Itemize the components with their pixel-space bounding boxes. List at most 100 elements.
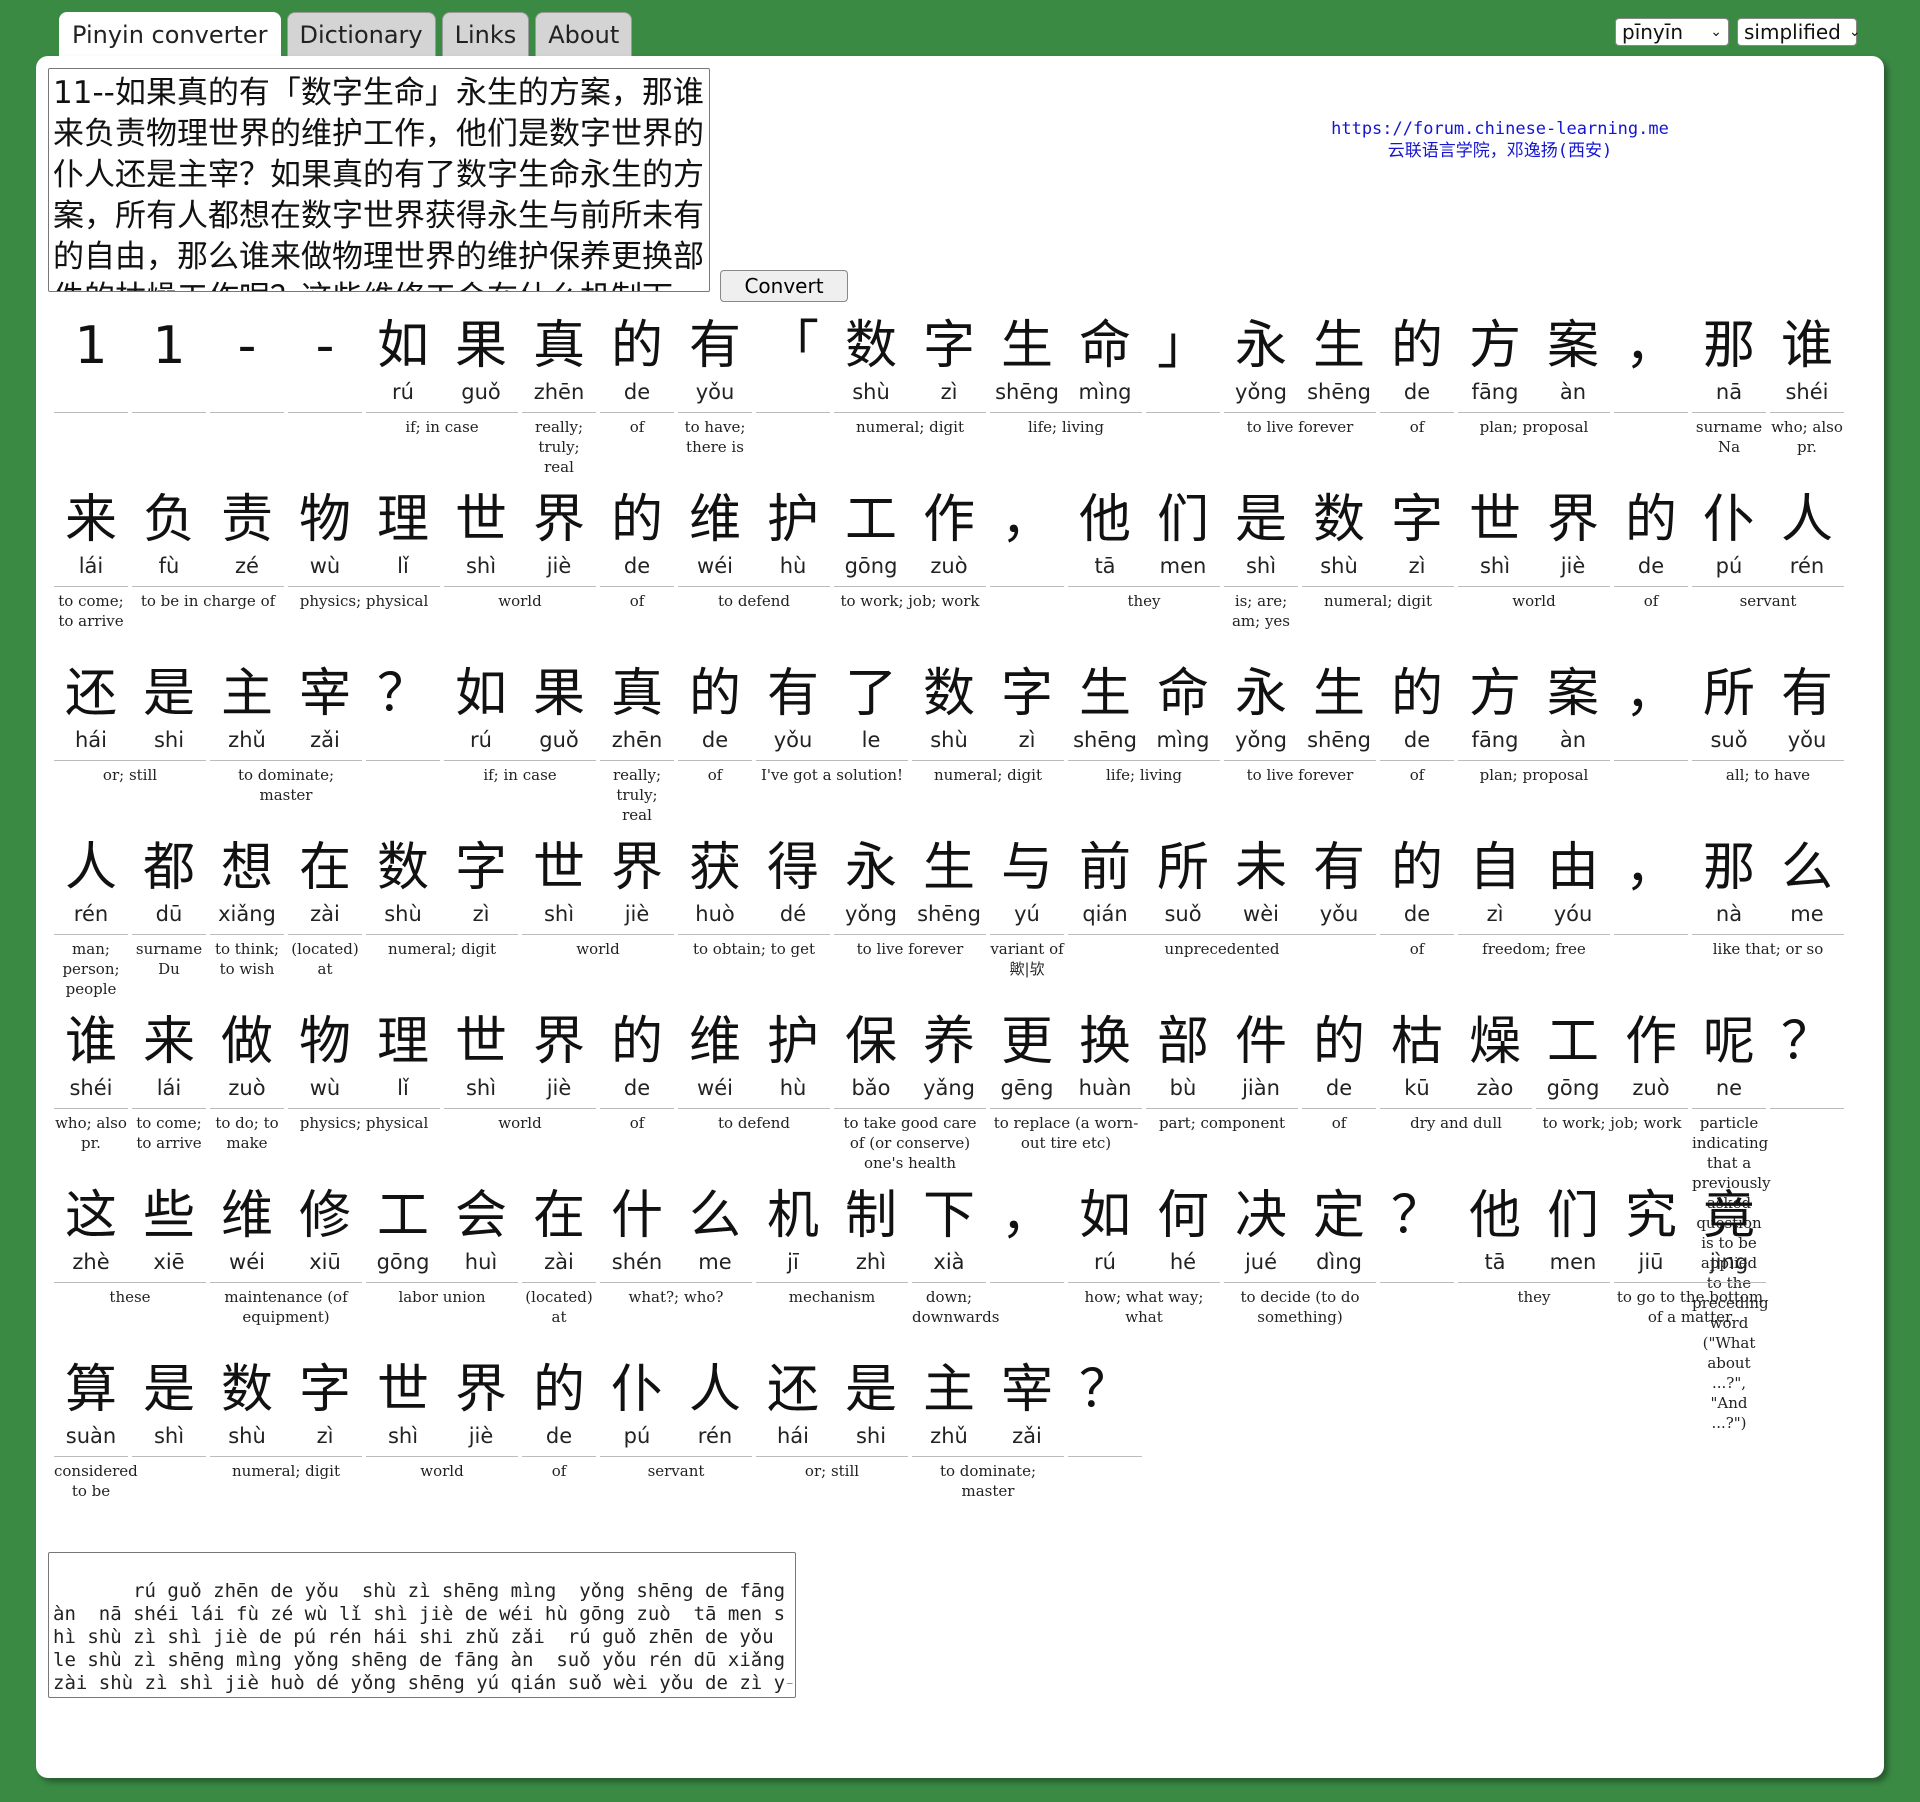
word-block[interactable]: 世 shì 界 jiè world [1456, 488, 1612, 611]
word-block[interactable]: 他 tā 们 men they [1456, 1184, 1612, 1307]
word-block[interactable]: - [286, 314, 364, 417]
word-block[interactable]: 工 gōng 作 zuò to work; job; work [1534, 1010, 1690, 1133]
word-block[interactable]: 永 yǒng 生 shēng to live forever [832, 836, 988, 959]
word-block[interactable]: 部 bù 件 jiàn part; component [1144, 1010, 1300, 1133]
pinyin-output[interactable]: rú guǒ zhēn de yǒu shù zì shēng mìng yǒn… [48, 1552, 796, 1698]
word-block[interactable]: 数 shù 字 zì numeral; digit [364, 836, 520, 959]
forum-link[interactable]: https://forum.chinese-learning.me [1300, 118, 1700, 140]
word-block[interactable]: 工 gōng 作 zuò to work; job; work [832, 488, 988, 611]
word-block[interactable]: ？ [364, 662, 442, 765]
word-block[interactable]: 保 bǎo 养 yǎng to take good care of (or conser… [832, 1010, 988, 1173]
word-block[interactable]: 什 shén 么 me what?; who? [598, 1184, 754, 1307]
word-block[interactable]: 自 zì 由 yóu freedom; free [1456, 836, 1612, 959]
word-block[interactable]: 「 [754, 314, 832, 417]
word-block[interactable]: ， [1612, 836, 1690, 939]
tab-links[interactable]: Links [441, 12, 530, 56]
word-block[interactable]: 负 fù 责 zé to be in charge of [130, 488, 286, 611]
word-block[interactable]: 究 jiū 竟 jìng to go to the bottom of a matter [1612, 1184, 1768, 1327]
word-block[interactable]: 决 jué 定 dìng to decide (to do something) [1222, 1184, 1378, 1327]
word-block[interactable]: 1 [52, 314, 130, 417]
chinese-text-input[interactable]: 11--如果真的有「数字生命」永生的方案，那谁来负责物理世界的维护工作，他们是数… [48, 68, 710, 292]
word-block[interactable]: ， [988, 488, 1066, 591]
word-block[interactable]: 真 zhēn really; truly; real [598, 662, 676, 825]
word-block[interactable]: 方 fāng 案 àn plan; proposal [1456, 662, 1612, 785]
resize-handle-icon[interactable]: − [786, 1672, 793, 1695]
word-block[interactable]: 都 dū surname Du [130, 836, 208, 979]
word-block[interactable]: 人 rén man; person; people [52, 836, 130, 999]
word-block[interactable]: 这 zhè 些 xiē these [52, 1184, 208, 1307]
word-block[interactable]: ， [988, 1184, 1066, 1287]
word-block[interactable]: ， [1612, 314, 1690, 417]
word-block[interactable]: 的 de of [520, 1358, 598, 1481]
word-block[interactable]: 那 nà 么 me like that; or so [1690, 836, 1846, 959]
word-block[interactable]: 算 suàn considered to be [52, 1358, 138, 1501]
word-block[interactable]: 如 rú 果 guǒ if; in case [442, 662, 598, 785]
tab-dictionary[interactable]: Dictionary [286, 12, 436, 56]
word-block[interactable]: 还 hái 是 shi or; still [754, 1358, 910, 1481]
word-block[interactable]: - [208, 314, 286, 417]
word-block[interactable]: 想 xiǎng to think; to wish [208, 836, 286, 979]
word-block[interactable]: 还 hái 是 shi or; still [52, 662, 208, 785]
word-block[interactable]: 的 de of [598, 1010, 676, 1133]
word-block[interactable]: 下 xià down; downwards [910, 1184, 999, 1327]
tab-pinyin-converter[interactable]: Pinyin converter [59, 12, 281, 58]
word-block[interactable]: 世 shì 界 jiè world [520, 836, 676, 959]
word-block[interactable]: ， [1612, 662, 1690, 765]
word-block[interactable]: 来 lái to come; to arrive [130, 1010, 208, 1153]
word-block[interactable]: 世 shì 界 jiè world [364, 1358, 520, 1481]
word-block[interactable]: 前 qián 所 suǒ 未 wèi 有 yǒu unprecedented [1066, 836, 1378, 959]
word-block[interactable]: 数 shù 字 zì numeral; digit [832, 314, 988, 437]
word-block[interactable]: 永 yǒng 生 shēng to live forever [1222, 314, 1378, 437]
word-block[interactable]: 工 gōng 会 huì labor union [364, 1184, 520, 1307]
word-block[interactable]: 有 yǒu 了 le I've got a solution! [754, 662, 910, 785]
word-block[interactable]: 谁 shéi who; also pr. [52, 1010, 130, 1153]
word-block[interactable]: 如 rú 果 guǒ if; in case [364, 314, 520, 437]
word-block[interactable]: 数 shù 字 zì numeral; digit [1300, 488, 1456, 611]
word-block[interactable]: 世 shì 界 jiè world [442, 488, 598, 611]
word-block[interactable]: 维 wéi 护 hù to defend [676, 488, 832, 611]
word-block[interactable]: 是 shì is; are; am; yes [1222, 488, 1300, 631]
word-block[interactable]: 主 zhǔ 宰 zǎi to dominate; master [208, 662, 364, 805]
word-block[interactable]: 物 wù 理 lǐ physics; physical [286, 1010, 442, 1133]
word-block[interactable]: 的 de of [1612, 488, 1690, 611]
word-block[interactable]: 的 de of [1378, 662, 1456, 785]
word-block[interactable]: 有 yǒu to have; there is [676, 314, 754, 457]
word-block[interactable]: 的 de of [598, 314, 676, 437]
word-block[interactable]: 1 [130, 314, 208, 417]
word-block[interactable]: 主 zhǔ 宰 zǎi to dominate; master [910, 1358, 1066, 1501]
word-block[interactable]: ？ [1768, 1010, 1846, 1113]
script-select[interactable]: simplified ⌄ [1737, 18, 1861, 46]
word-block[interactable]: 如 rú 何 hé how; what way; what [1066, 1184, 1222, 1327]
convert-button[interactable]: Convert [720, 270, 848, 302]
word-block[interactable]: ？ [1378, 1184, 1456, 1287]
word-block[interactable]: 的 de of [1378, 836, 1456, 959]
word-block[interactable]: 数 shù 字 zì numeral; digit [208, 1358, 364, 1481]
word-block[interactable]: 仆 pú 人 rén servant [598, 1358, 754, 1481]
word-block[interactable]: 枯 kū 燥 zào dry and dull [1378, 1010, 1534, 1133]
word-block[interactable]: 真 zhēn really; truly; real [520, 314, 598, 477]
word-block[interactable]: 物 wù 理 lǐ physics; physical [286, 488, 442, 611]
tab-about[interactable]: About [535, 12, 633, 56]
word-block[interactable]: 世 shì 界 jiè world [442, 1010, 598, 1133]
word-block[interactable]: 维 wéi 护 hù to defend [676, 1010, 832, 1133]
word-block[interactable]: 生 shēng 命 mìng life; living [988, 314, 1144, 437]
word-block[interactable]: 生 shēng 命 mìng life; living [1066, 662, 1222, 785]
word-block[interactable]: 与 yú variant of 歟|欤 [988, 836, 1066, 979]
word-block[interactable]: 方 fāng 案 àn plan; proposal [1456, 314, 1612, 437]
word-block[interactable]: 是 shì [130, 1358, 208, 1461]
word-block[interactable]: 的 de of [598, 488, 676, 611]
word-block[interactable]: 永 yǒng 生 shēng to live forever [1222, 662, 1378, 785]
word-block[interactable]: ？ [1066, 1358, 1144, 1461]
word-block[interactable]: 他 tā 们 men they [1066, 488, 1222, 611]
romanization-select[interactable]: pīnyīn ⌄ [1615, 18, 1729, 46]
word-block[interactable]: 的 de of [676, 662, 754, 785]
word-block[interactable]: 数 shù 字 zì numeral; digit [910, 662, 1066, 785]
word-block[interactable]: 的 de of [1378, 314, 1456, 437]
word-block[interactable]: 那 nā surname Na [1690, 314, 1768, 457]
word-block[interactable]: 谁 shéi who; also pr. [1768, 314, 1846, 457]
word-block[interactable]: 获 huò 得 dé to obtain; to get [676, 836, 832, 959]
word-block[interactable]: 做 zuò to do; to make [208, 1010, 286, 1153]
word-block[interactable]: 所 suǒ 有 yǒu all; to have [1690, 662, 1846, 785]
word-block[interactable]: 的 de of [1300, 1010, 1378, 1133]
word-block[interactable]: 更 gēng 换 huàn to replace (a worn-out tire et… [988, 1010, 1144, 1153]
